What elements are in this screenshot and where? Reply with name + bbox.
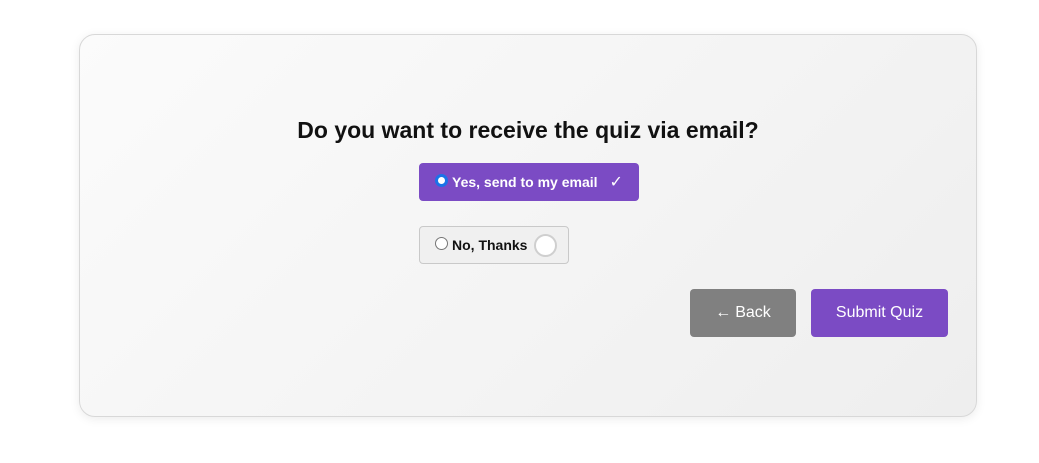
back-button[interactable]: ← Back bbox=[690, 289, 796, 337]
option-no-thanks[interactable]: No, Thanks bbox=[419, 226, 569, 264]
empty-circle-icon bbox=[534, 233, 558, 257]
question-text: Do you want to receive the quiz via emai… bbox=[297, 117, 759, 143]
checkmark-icon: ✓ bbox=[609, 174, 623, 191]
submit-quiz-button[interactable]: Submit Quiz bbox=[811, 289, 948, 337]
quiz-card: Do you want to receive the quiz via emai… bbox=[79, 34, 977, 417]
option-yes-email[interactable]: Yes, send to my email ✓ bbox=[419, 163, 639, 201]
option-yes-label: Yes, send to my email bbox=[452, 174, 598, 190]
left-arrow-icon: ← bbox=[715, 304, 732, 321]
submit-button-label: Submit Quiz bbox=[835, 304, 924, 321]
option-no-label: No, Thanks bbox=[452, 237, 528, 253]
back-button-label: Back bbox=[735, 304, 771, 321]
radio-unchecked-icon[interactable] bbox=[435, 237, 448, 250]
radio-checked-icon[interactable] bbox=[435, 174, 448, 187]
